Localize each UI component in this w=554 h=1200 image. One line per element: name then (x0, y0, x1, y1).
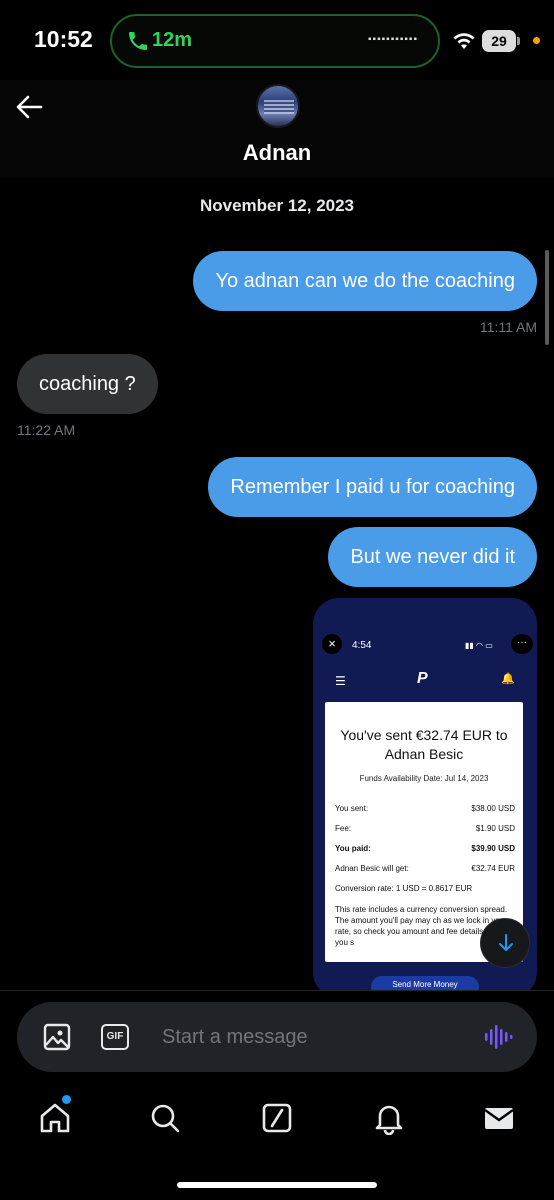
privacy-indicator-dot (533, 37, 540, 44)
bell-icon: 🔔 (501, 673, 515, 685)
message-bubble-outgoing[interactable]: Remember I paid u for coaching (208, 457, 537, 517)
conversion-rate: Conversion rate: 1 USD = 0.8617 EUR (335, 884, 473, 893)
image-icon[interactable] (43, 1023, 71, 1051)
call-indicator[interactable]: 12m ▪▪▪▪▪▪▪▪▪▪▪ (110, 14, 440, 68)
receipt-row: You sent: $38.00 USD (335, 804, 515, 813)
message-timestamp: 11:22 AM (17, 422, 76, 438)
avatar[interactable] (256, 84, 300, 128)
message-timestamp: 11:11 AM (479, 319, 537, 335)
hamburger-menu-icon: ☰ (335, 674, 346, 688)
battery-icon: 29 (482, 30, 516, 52)
search-icon[interactable] (148, 1101, 182, 1135)
voice-message-icon[interactable] (483, 1022, 513, 1052)
home-icon[interactable] (38, 1101, 72, 1135)
attachment-signal-icon: ▮▮ ◠ ▭ (465, 641, 493, 650)
phone-icon (129, 32, 147, 50)
back-arrow-icon[interactable] (14, 92, 44, 122)
status-bar: 10:52 12m ▪▪▪▪▪▪▪▪▪▪▪ 29 (0, 0, 554, 80)
paypal-logo: P (417, 670, 428, 687)
home-indicator (177, 1182, 377, 1188)
home-notification-dot (62, 1095, 71, 1104)
message-bubble-outgoing[interactable]: Yo adnan can we do the coaching (193, 251, 537, 311)
message-bubble-incoming[interactable]: coaching ? (17, 354, 158, 414)
gif-icon[interactable]: GIF (101, 1024, 129, 1050)
message-input[interactable] (162, 1020, 462, 1054)
grok-icon[interactable] (260, 1101, 294, 1135)
more-icon: ··· (511, 634, 533, 654)
wifi-icon (453, 33, 475, 49)
receipt-row: You paid: $39.90 USD (335, 844, 515, 853)
close-icon: × (322, 634, 342, 654)
receipt-row: Fee: $1.90 USD (335, 824, 515, 833)
call-waveform: ▪▪▪▪▪▪▪▪▪▪▪ (368, 34, 418, 45)
messages-icon[interactable] (482, 1101, 516, 1135)
receipt-title: You've sent €32.74 EUR to Adnan Besic (340, 727, 508, 762)
conversation-header: Adnan (0, 80, 554, 178)
call-duration: 12m (152, 29, 193, 51)
scroll-to-bottom-button[interactable] (480, 918, 530, 968)
notifications-icon[interactable] (372, 1101, 406, 1135)
bottom-navigation (0, 1085, 554, 1200)
arrow-down-icon (499, 934, 513, 951)
date-separator: November 12, 2023 (199, 196, 355, 215)
attachment-status-time: 4:54 (352, 640, 372, 651)
contact-name[interactable]: Adnan (0, 140, 554, 166)
battery-nub (517, 37, 520, 45)
message-composer: GIF (17, 1002, 537, 1072)
receipt-row: Adnan Besic will get: €32.74 EUR (335, 864, 515, 873)
funds-availability-date: Funds Availability Date: Jul 14, 2023 (359, 774, 489, 783)
status-time: 10:52 (34, 26, 93, 52)
scrollbar[interactable] (545, 250, 549, 345)
message-bubble-outgoing[interactable]: But we never did it (328, 527, 537, 587)
